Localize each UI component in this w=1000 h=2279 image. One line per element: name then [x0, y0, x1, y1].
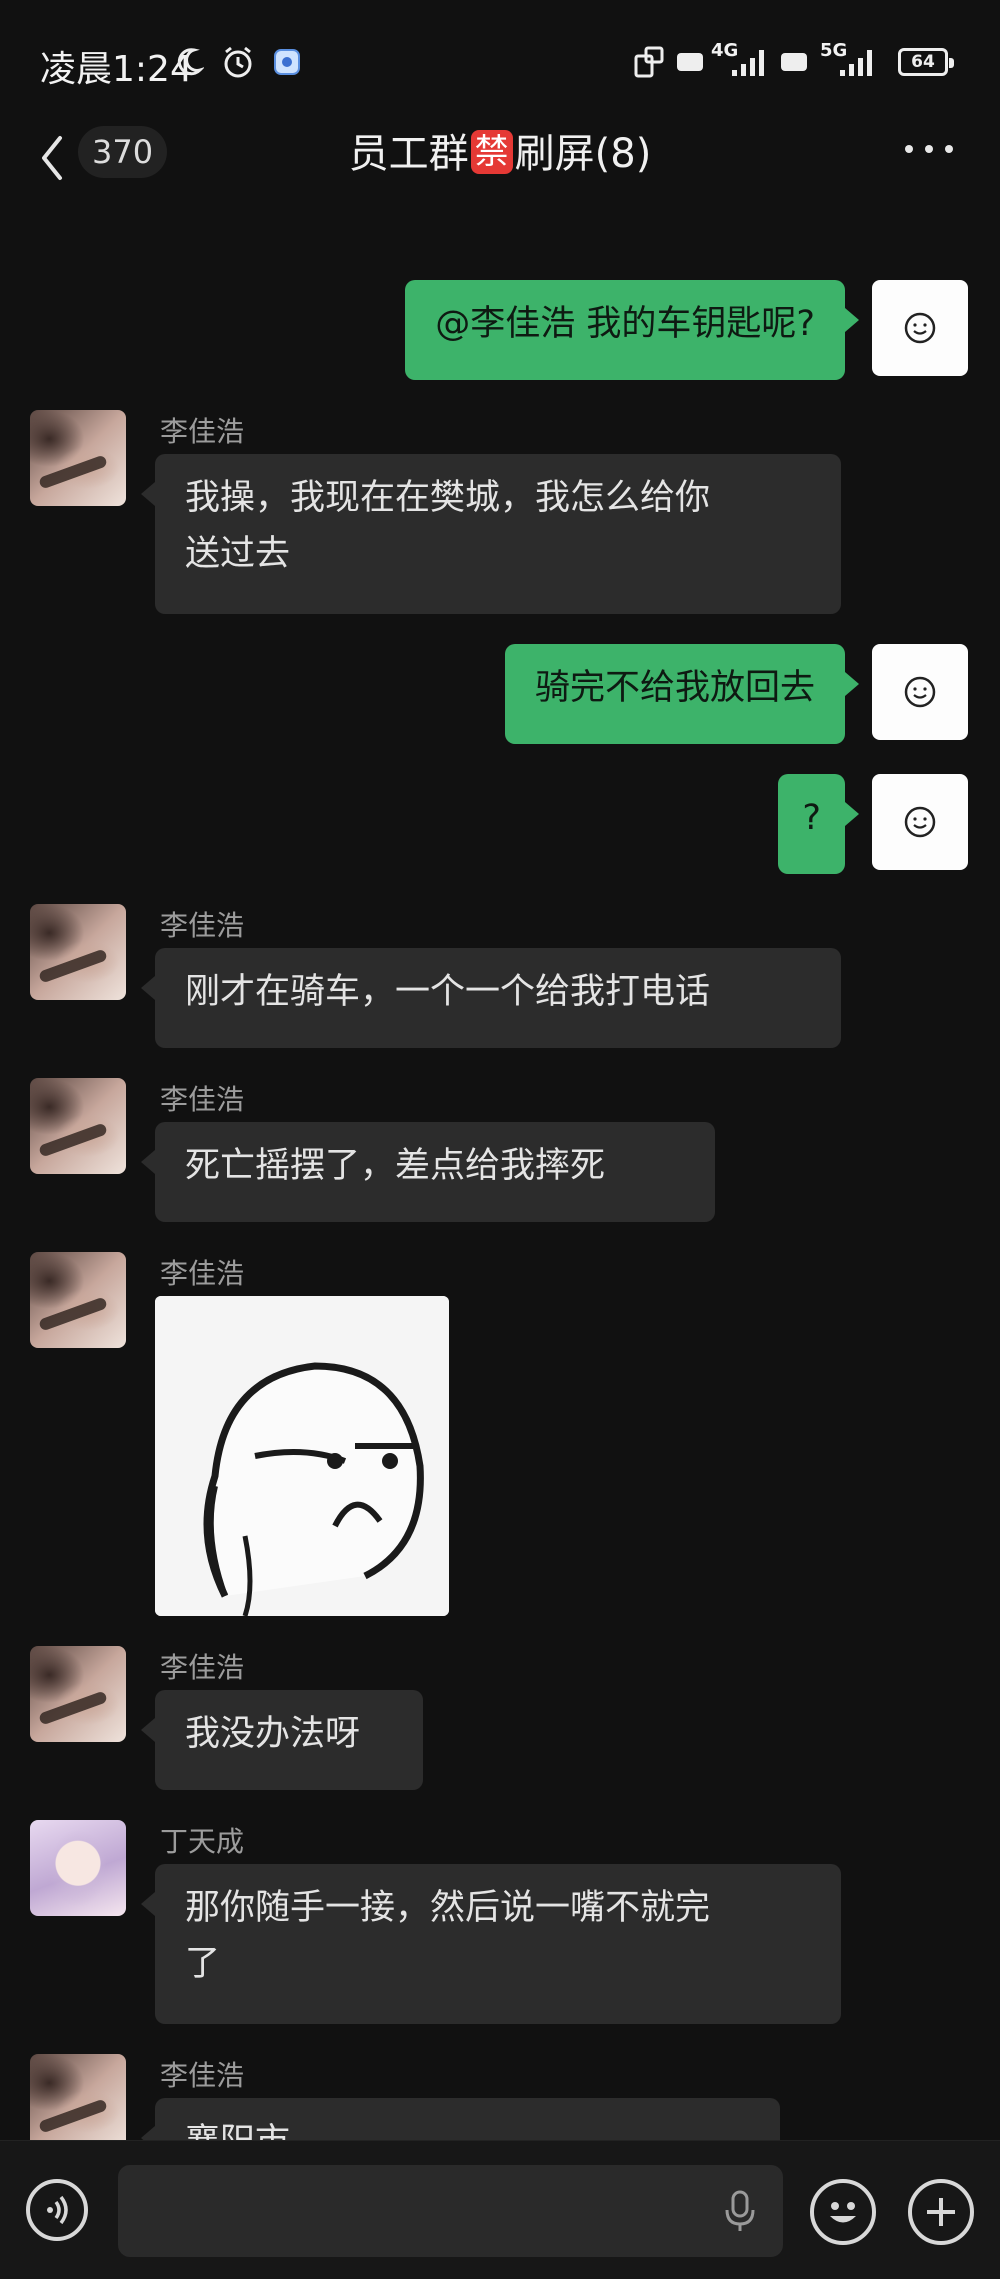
message-bubble-incoming[interactable]: 死亡摇摆了，差点给我摔死	[141, 1122, 715, 1222]
screen-rotate-icon	[634, 46, 664, 78]
sender-avatar[interactable]	[30, 1252, 126, 1348]
self-avatar[interactable]	[872, 774, 968, 870]
message-bubble-incoming[interactable]: 襄阳市……	[141, 2098, 780, 2140]
self-avatar[interactable]	[872, 644, 968, 740]
emoji-icon[interactable]	[810, 2179, 876, 2245]
sender-name: 李佳浩	[160, 909, 245, 942]
app-notification-icon	[274, 49, 300, 75]
chat-title: 员工群禁刷屏(8)	[0, 124, 1000, 184]
smiley-face-icon	[904, 806, 936, 838]
message-bubble-incoming[interactable]: 那你随手一接，然后说一嘴不就完 了	[141, 1864, 841, 2024]
message-text-line: 送过去	[185, 534, 291, 574]
sender-name: 李佳浩	[160, 1257, 245, 1290]
message-text: ?	[802, 798, 821, 838]
sender-avatar[interactable]	[30, 1820, 126, 1916]
smiley-face-icon	[904, 676, 936, 708]
message-bubble-incoming[interactable]: 刚才在骑车，一个一个给我打电话	[141, 948, 841, 1048]
status-bar: 凌晨1:24 4G 5G 64	[0, 0, 1000, 120]
sender-name: 李佳浩	[160, 1083, 245, 1116]
signal-icon-2	[840, 50, 872, 76]
sender-avatar[interactable]	[30, 410, 126, 506]
more-icon[interactable]	[905, 145, 955, 159]
plus-icon[interactable]	[908, 2179, 974, 2245]
sender-avatar[interactable]	[30, 1646, 126, 1742]
self-avatar[interactable]	[872, 280, 968, 376]
smiley-face-icon	[904, 312, 936, 344]
sender-name: 李佳浩	[160, 2059, 245, 2092]
message-bubble-outgoing[interactable]: ?	[778, 774, 859, 874]
message-text: 死亡摇摆了，差点给我摔死	[185, 1146, 606, 1186]
moon-icon	[177, 48, 204, 76]
sender-name: 李佳浩	[160, 415, 245, 448]
signal-icon	[732, 50, 764, 76]
message-text: 骑完不给我放回去	[534, 668, 815, 708]
message-text-line: 我操，我现在在樊城，我怎么给你	[185, 478, 711, 518]
chat-area[interactable]: @李佳浩 我的车钥匙呢? 李佳浩 我操，我现在在樊城，我怎么给你 送过去 骑完不…	[0, 210, 1000, 2140]
meme-face-icon	[155, 1296, 449, 1616]
sender-name: 李佳浩	[160, 1651, 245, 1684]
message-input[interactable]	[118, 2165, 783, 2257]
sender-avatar[interactable]	[30, 2054, 126, 2140]
status-time: 凌晨1:24	[40, 49, 193, 90]
sender-avatar[interactable]	[30, 1078, 126, 1174]
message-text: 我没办法呀	[185, 1714, 361, 1754]
message-text: @李佳浩 我的车钥匙呢?	[435, 304, 815, 344]
message-text-line: 那你随手一接，然后说一嘴不就完	[185, 1888, 711, 1928]
message-bubble-incoming[interactable]: 我操，我现在在樊城，我怎么给你 送过去	[141, 454, 841, 614]
ban-emoji-icon: 禁	[470, 130, 513, 174]
battery-indicator: 64	[898, 48, 954, 76]
message-bubble-outgoing[interactable]: @李佳浩 我的车钥匙呢?	[405, 280, 859, 380]
alarm-icon	[224, 46, 252, 78]
sender-name: 丁天成	[160, 1825, 245, 1858]
mic-icon[interactable]	[722, 2189, 758, 2233]
chat-title-suffix: 刷屏(8)	[514, 131, 652, 177]
message-text: 刚才在骑车，一个一个给我打电话	[185, 972, 711, 1012]
message-bubble-outgoing[interactable]: 骑完不给我放回去	[504, 644, 860, 744]
sender-avatar[interactable]	[30, 904, 126, 1000]
input-bar	[0, 2140, 1000, 2279]
hd-badge-icon	[677, 53, 703, 71]
voice-icon[interactable]	[26, 2179, 88, 2241]
hd-badge-icon-2	[781, 53, 807, 71]
message-text-line: 了	[185, 1944, 221, 1984]
chat-title-prefix: 员工群	[348, 131, 469, 177]
message-text: 襄阳市……	[185, 2122, 360, 2140]
sticker-image[interactable]	[155, 1296, 449, 1616]
message-bubble-incoming[interactable]: 我没办法呀	[141, 1690, 423, 1790]
